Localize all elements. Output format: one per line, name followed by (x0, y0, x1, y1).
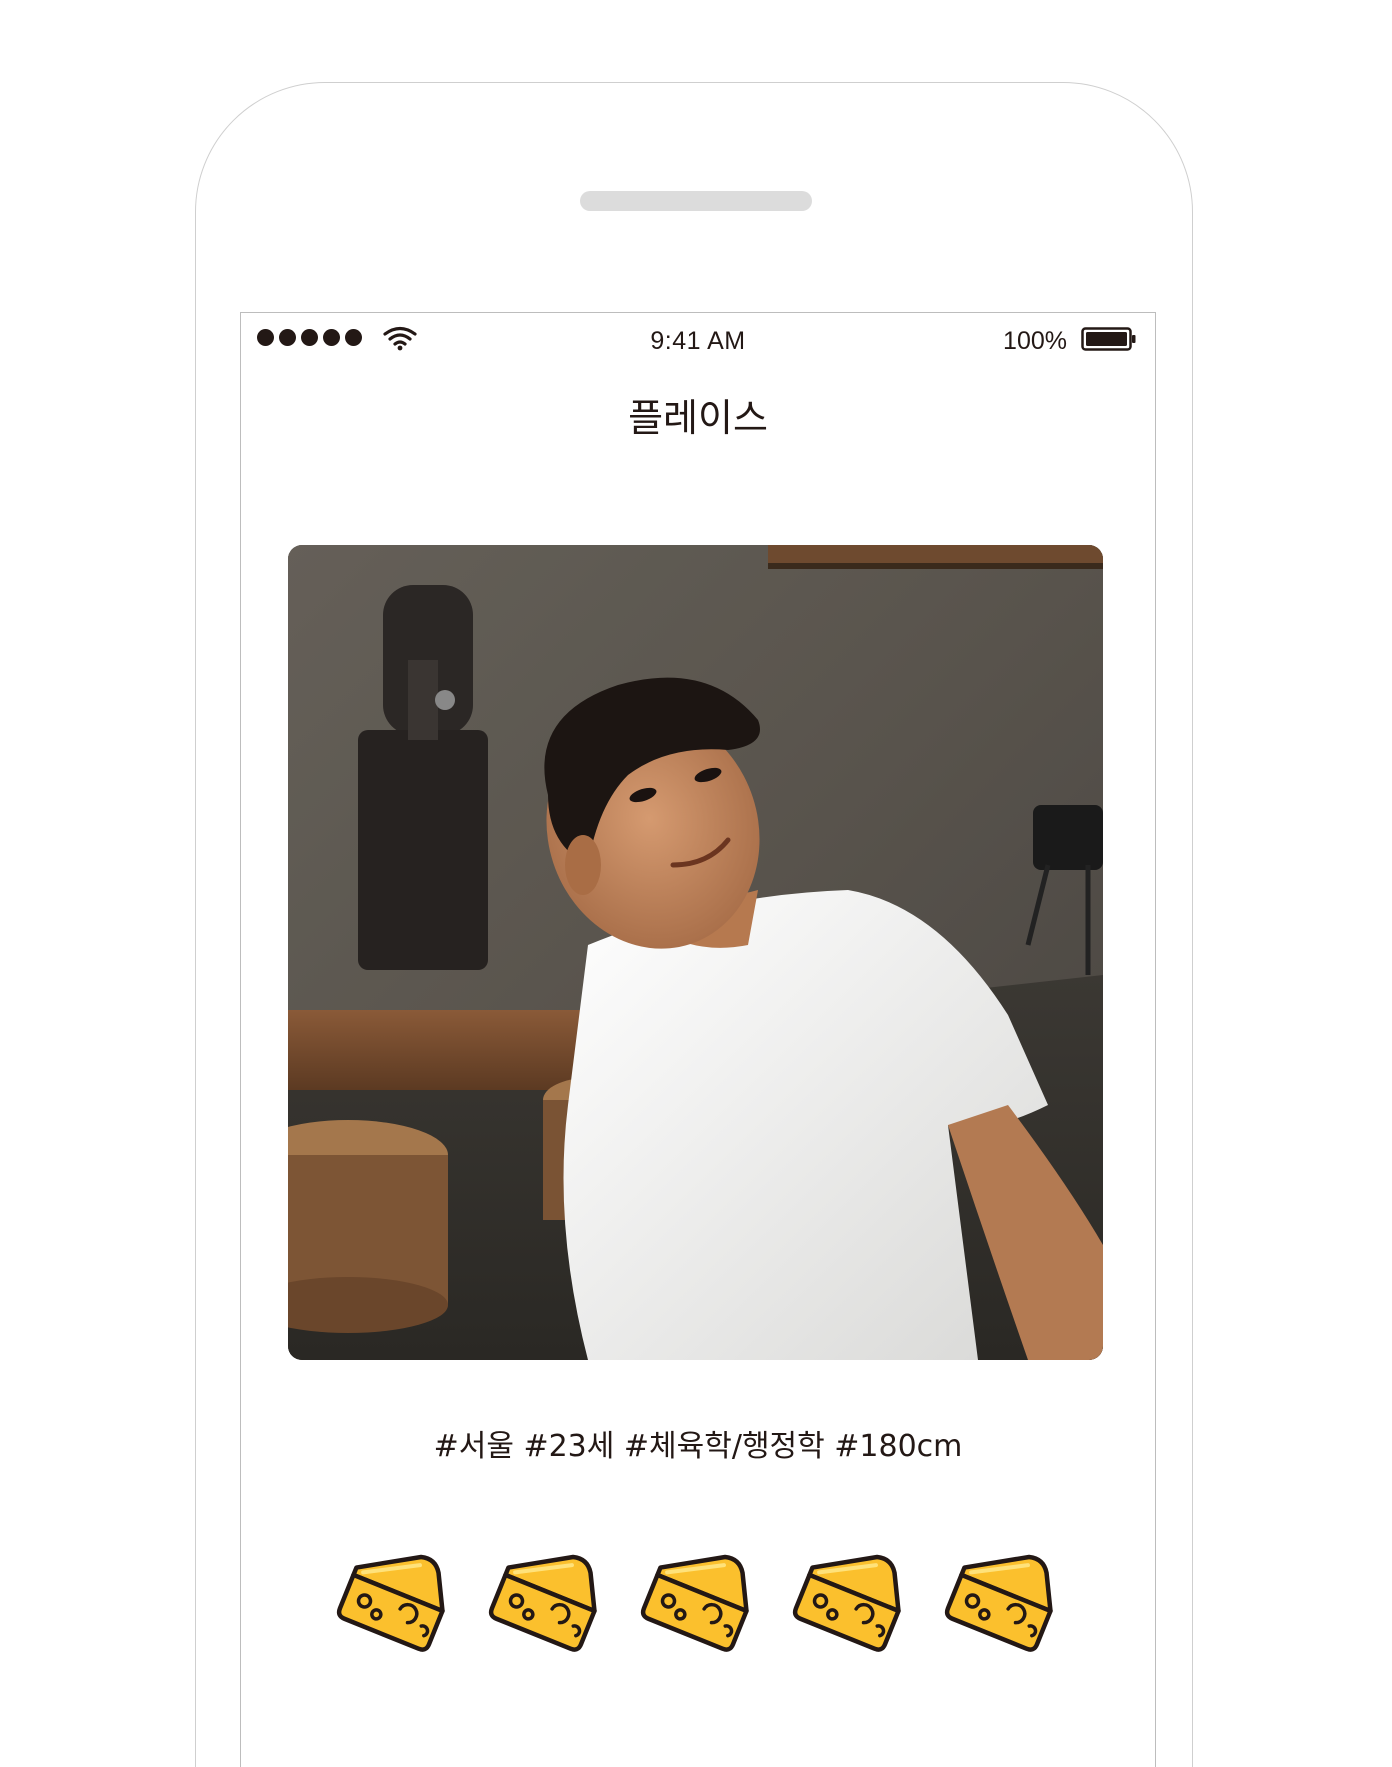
profile-tags: #서울 #23세 #체육학/행정학 #180cm (433, 1429, 963, 1464)
profile-photo[interactable] (288, 545, 1103, 1360)
cheese-icon[interactable] (934, 1535, 1066, 1659)
battery-percentage: 100% (1003, 327, 1067, 355)
cheese-rating[interactable] (326, 1535, 1066, 1665)
status-bar: 9:41 AM 100% (241, 313, 1155, 373)
cheese-icon[interactable] (478, 1535, 610, 1659)
phone-speaker (580, 191, 812, 211)
battery-icon (1081, 327, 1136, 351)
profile-photo-image (288, 545, 1103, 1360)
app-mockup-canvas: 9:41 AM 100% 플레이스 #서울 #23세 #체육학/행정학 #180… (0, 0, 1392, 1767)
phone-screen: 9:41 AM 100% 플레이스 #서울 #23세 #체육학/행정학 #180… (240, 312, 1156, 1767)
cheese-icon[interactable] (326, 1535, 458, 1659)
page-title: 플레이스 (628, 396, 768, 440)
cheese-icon[interactable] (630, 1535, 762, 1659)
cheese-icon[interactable] (782, 1535, 914, 1659)
